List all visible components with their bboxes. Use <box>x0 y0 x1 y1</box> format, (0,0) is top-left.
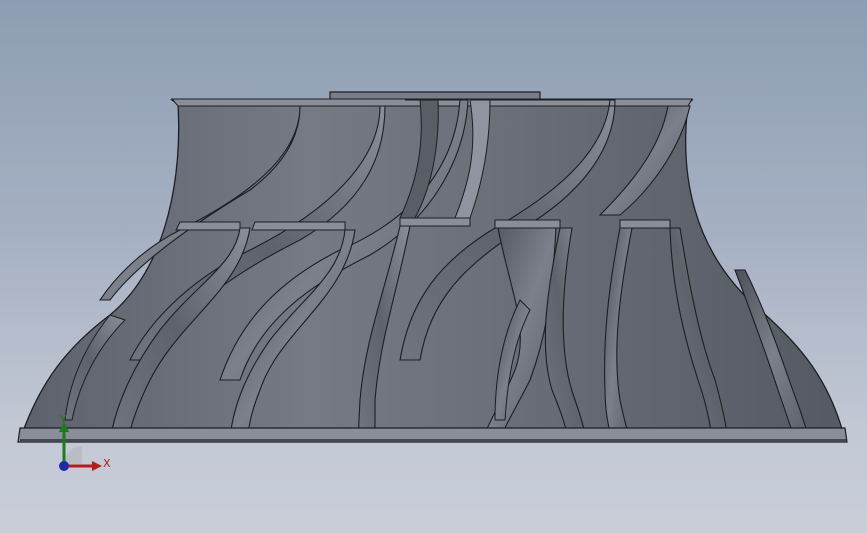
x-axis-label: X <box>103 457 111 470</box>
splitter-plate-4 <box>494 219 561 229</box>
graphics-viewport[interactable]: Y X <box>0 0 867 533</box>
z-axis-dot <box>59 461 69 471</box>
triad-graphic <box>59 422 102 471</box>
splitter-plate-2 <box>251 221 346 231</box>
axis-triad: Y X <box>48 412 118 482</box>
impeller-model[interactable] <box>0 0 867 533</box>
x-axis-arrowhead <box>92 461 102 471</box>
splitter-plate-3 <box>399 217 471 227</box>
splitter-plate-5 <box>619 219 671 229</box>
splitter-plate-1 <box>175 221 241 231</box>
y-axis-label: Y <box>60 413 67 426</box>
triad-view-arc <box>64 446 82 464</box>
